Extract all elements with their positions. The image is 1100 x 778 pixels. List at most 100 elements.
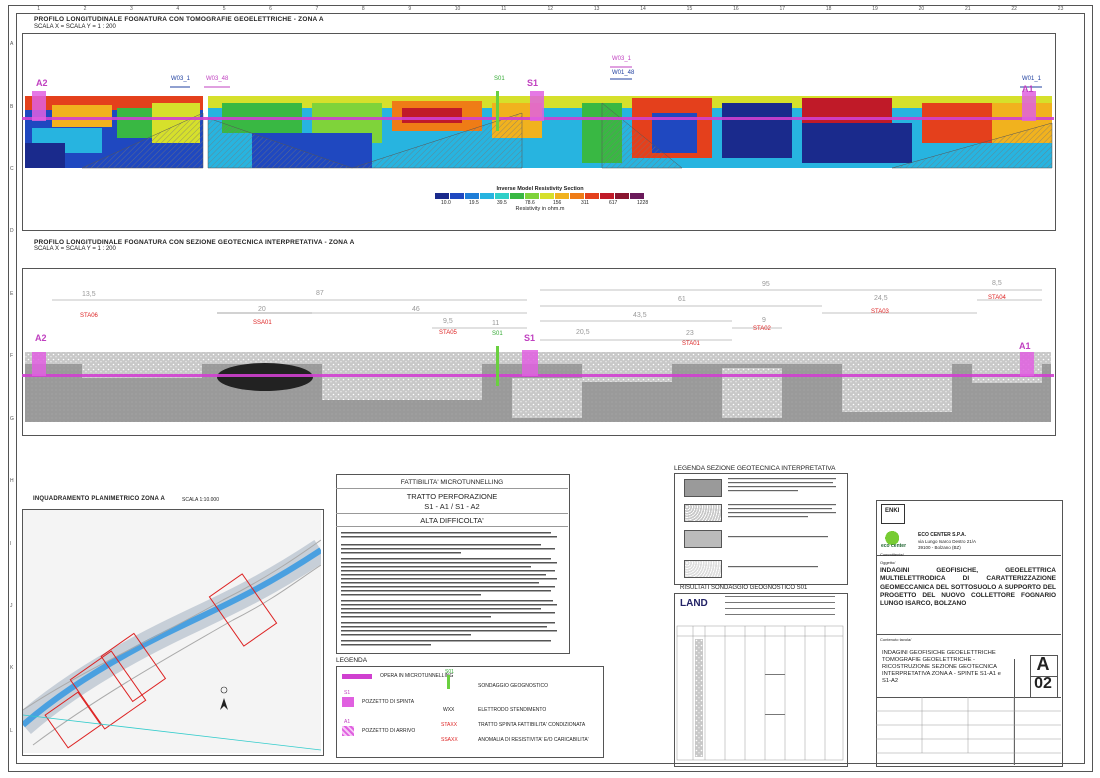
main-title: INDAGINI GEOFISICHE, GEOELETTRICA MULTIE…: [880, 567, 1056, 608]
profile1-marker-s01: S01: [494, 76, 505, 82]
ruler-top-number: 3: [129, 6, 133, 12]
legend-s1-tag: S1: [344, 690, 351, 696]
legend-value: 39.5: [497, 200, 507, 206]
ruler-top-number: 9: [408, 6, 412, 12]
dim-23: 23: [686, 330, 694, 337]
ruler-top-number: 23: [1057, 6, 1064, 12]
legend-value: 19.5: [469, 200, 479, 206]
ruler-top-number: 12: [547, 6, 554, 12]
ruler-top-number: 5: [222, 6, 226, 12]
ruler-top-number: 19: [872, 6, 878, 12]
legend-pozzetto-spinta: POZZETTO DI SPINTA: [362, 699, 415, 705]
profile1-marker-w01-48: W01_48: [612, 70, 635, 76]
profile2-title: PROFILO LONGITUDINALE FOGNATURA CON SEZI…: [34, 239, 355, 246]
zone-sta05: STA05: [439, 330, 457, 336]
zone-sta04: STA04: [988, 295, 1006, 301]
profile1-title: PROFILO LONGITUDINALE FOGNATURA CON TOMO…: [34, 16, 324, 23]
profile1-marker-w03-1-right: W03_1: [612, 56, 632, 62]
plan-map: [23, 510, 321, 753]
legend-value: 311: [581, 200, 589, 206]
legend-value: 78.6: [525, 200, 535, 206]
feasibility-title: FATTIBILITA' MICROTUNNELLING: [400, 479, 504, 486]
profile2-marker-s1: S1: [524, 333, 536, 343]
resistivity-block-main: [207, 96, 1053, 169]
ruler-left-letter: D: [10, 228, 14, 235]
profile1-marker-s1: S1: [527, 78, 539, 88]
dim-9: 9: [762, 317, 766, 324]
geo-legend-text-lines: [728, 478, 836, 568]
resistivity-block-left: [25, 96, 204, 169]
feasibility-text-block: [341, 530, 563, 648]
ruler-left-letter: I: [10, 540, 12, 547]
company2-name: ECO CENTER S.P.A.: [918, 532, 966, 538]
legend-swatch-opera: [342, 674, 372, 679]
geo-legend-title: LEGENDA SEZIONE GEOTECNICA INTERPRETATIV…: [674, 465, 836, 472]
dim-43-5: 43,5: [633, 312, 647, 319]
legend-a1-tag: A1: [344, 719, 351, 725]
ruler-top-number: 11: [501, 6, 507, 12]
profile2-scale: SCALA X = SCALA Y = 1 : 200: [34, 246, 116, 252]
ruler-top-number: 18: [825, 6, 832, 12]
profile1-scale: SCALA X = SCALA Y = 1 : 200: [34, 24, 116, 30]
dim-20: 20: [258, 306, 266, 313]
ruler-top-number: 14: [640, 6, 646, 12]
ruler-left-letter: L: [10, 727, 13, 734]
ruler-left-letter: H: [10, 478, 14, 485]
ruler-top-number: 7: [315, 6, 319, 12]
legend-opera: OPERA IN MICROTUNNELLING: [380, 673, 454, 679]
ruler-top-number: 21: [965, 6, 971, 12]
resistivity-legend-unit: Resistivity in ohm.m: [515, 206, 565, 212]
ruler-top-number: 6: [269, 6, 272, 12]
legend-value: 10.0: [441, 200, 451, 206]
legend-value: 1228: [637, 200, 649, 206]
ruler-left-letter: G: [10, 415, 14, 422]
zone-ssa01: SSA01: [253, 320, 272, 326]
profile1-marker-w03-48-left: W03_48: [206, 76, 229, 82]
ruler-left-letter: A: [10, 41, 14, 48]
dim-20-5: 20,5: [576, 329, 590, 336]
ruler-left-letter: J: [10, 602, 13, 609]
committente-label: Committente/: [880, 552, 904, 557]
profile2-marker-a1: A1: [1019, 341, 1031, 351]
zone-sta06: STA06: [80, 313, 98, 319]
zone-sta02: STA02: [753, 326, 771, 332]
zone-sta03: STA03: [871, 309, 889, 315]
resistivity-legend-values: 10.0 19.5 39.5 78.6 156 311 617 1228: [435, 199, 649, 206]
profile1-marker-w01-1: W01_1: [1022, 76, 1042, 82]
dim-61: 61: [678, 296, 686, 303]
legend-elettrodo: ELETTRODO STENDIMENTO: [478, 707, 547, 713]
geo-legend-swatch-2: [684, 504, 722, 522]
profile1-marker-a2: A2: [36, 78, 48, 88]
legend-title: LEGENDA: [336, 657, 368, 664]
oggetto-label: Oggetto/: [880, 560, 896, 565]
dim-9-5: 9,5: [443, 318, 453, 325]
geotech-section: [22, 289, 1054, 422]
dim-13-5: 13,5: [82, 291, 96, 298]
dim-87: 87: [316, 290, 324, 297]
ruler-top-number: 16: [733, 6, 739, 12]
legend-pozzetto-arrivo: POZZETTO DI ARRIVO: [362, 728, 416, 734]
feasibility-segment: S1 - A1 / S1 - A2: [424, 502, 480, 511]
dim-11: 11: [492, 320, 500, 327]
legend-panel: [336, 666, 604, 758]
plan-scale: SCALA 1:10.000: [182, 497, 219, 503]
ruler-top-number: 20: [918, 6, 925, 12]
feasibility-difficulty: ALTA DIFFICOLTA': [420, 516, 484, 525]
legend-sondaggio: SONDAGGIO GEOGNOSTICO: [478, 683, 549, 689]
dim-8-5: 8,5: [992, 280, 1002, 287]
legend-swatch-sondaggio: [447, 675, 450, 689]
legend-anomalia: ANOMALIA DI RESISTIVITA' E/O CARICABILIT…: [478, 737, 589, 743]
ruler-top-number: 4: [176, 6, 180, 12]
sheet-number: 02: [1034, 675, 1052, 692]
contenuto-label: Contenuto tavola/: [880, 637, 912, 642]
dim-46: 46: [412, 306, 420, 313]
legend-value: 156: [553, 200, 562, 206]
ruler-top-number: 15: [686, 6, 693, 12]
legend-swatch-pozzetto-spinta: [342, 697, 354, 707]
resistivity-legend-title: Inverse Model Resistivity Section: [496, 186, 584, 192]
ruler-left-letter: B: [10, 103, 14, 110]
company1-name: ENKI: [885, 508, 900, 514]
legend-tratto: TRATTO SPINTA FATTIBILITA' CONDIZIONATA: [478, 722, 586, 728]
legend-ssaxx: SSAXX: [441, 737, 458, 743]
titleblock-grid: [876, 697, 1061, 765]
